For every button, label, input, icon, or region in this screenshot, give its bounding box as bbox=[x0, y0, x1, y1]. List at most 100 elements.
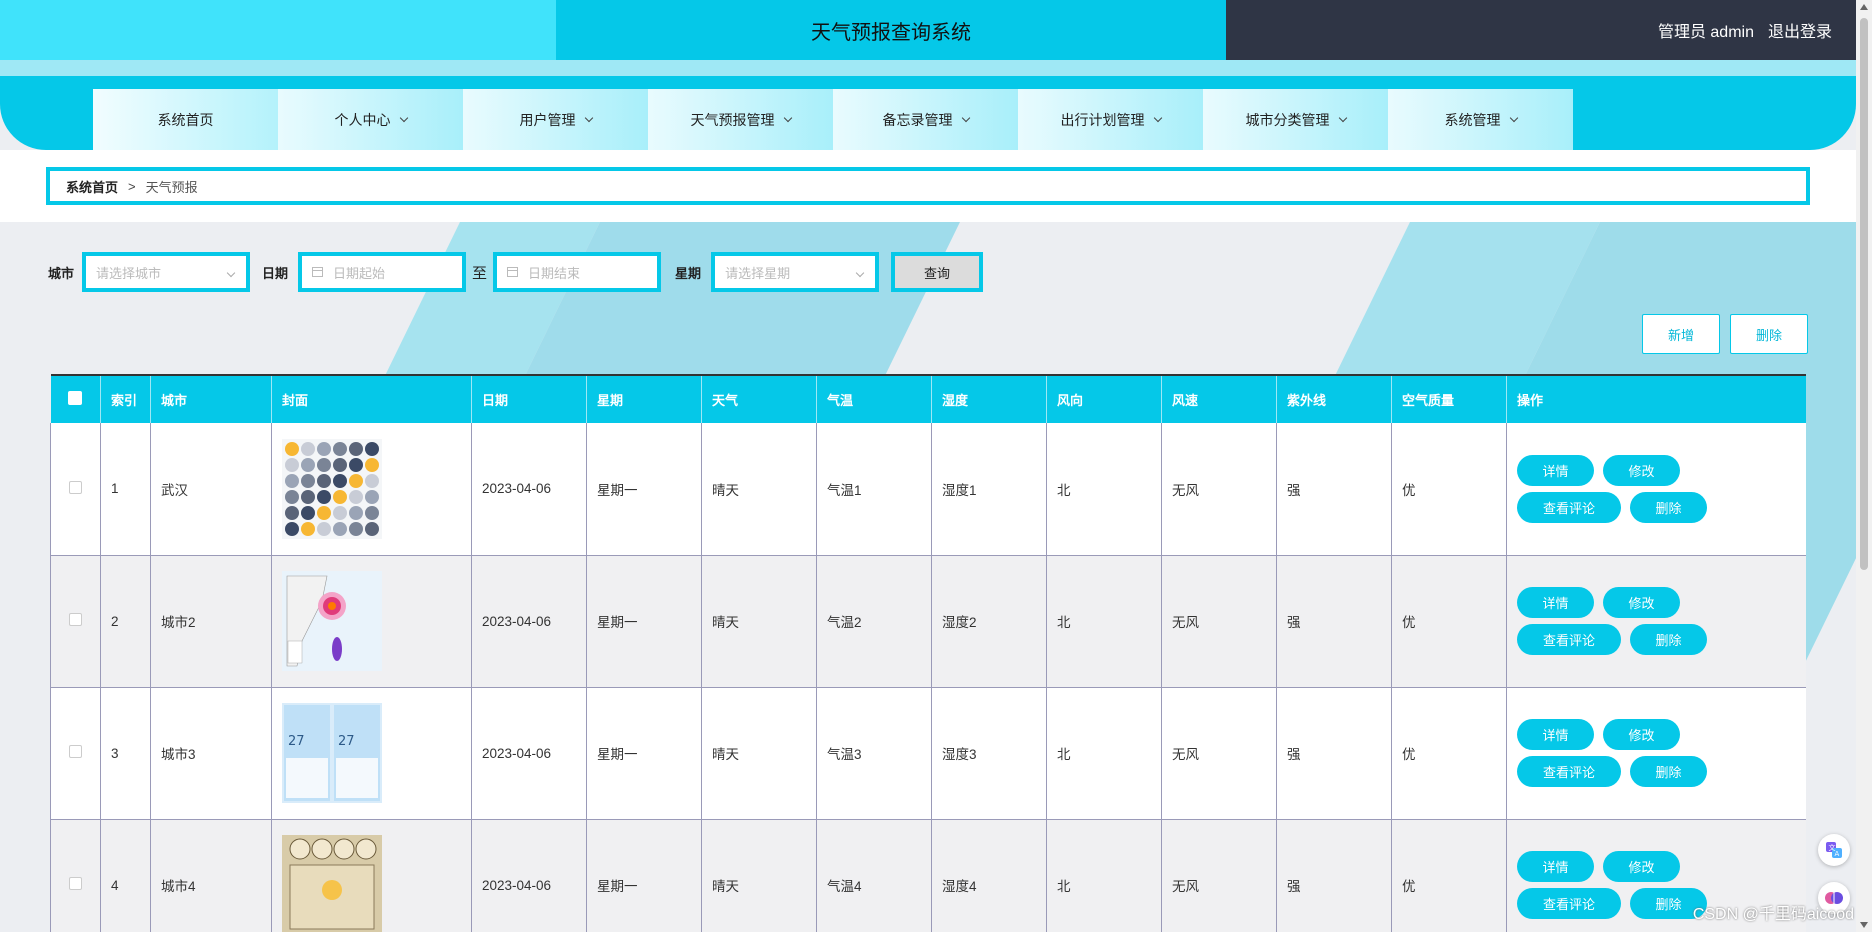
nav-item-label: 系统首页 bbox=[157, 111, 214, 128]
app-title: 天气预报查询系统 bbox=[556, 0, 1226, 60]
date-end-input[interactable]: 日期结束 bbox=[493, 252, 662, 292]
cell-week: 星期一 bbox=[586, 555, 702, 688]
column-header: 天气 bbox=[701, 374, 817, 423]
chevron-down-icon bbox=[783, 113, 792, 122]
cell-city: 城市4 bbox=[150, 819, 272, 932]
logout-link[interactable]: 退出登录 bbox=[1768, 18, 1832, 42]
view-comments-button[interactable]: 查看评论 bbox=[1517, 491, 1621, 523]
nav-item-2[interactable]: 用户管理 bbox=[463, 89, 648, 150]
query-button[interactable]: 查询 bbox=[891, 252, 984, 292]
batch-delete-button[interactable]: 删除 bbox=[1730, 314, 1808, 354]
delete-button[interactable]: 删除 bbox=[1630, 491, 1707, 523]
row-checkbox-cell bbox=[50, 687, 101, 820]
nav-item-label: 城市分类管理 bbox=[1245, 111, 1330, 128]
table-row: 2 城市2 2023-04-06 星期一 晴天 气温2 湿度2 北无风强优详情 修改 查看评论 删除 bbox=[50, 555, 1806, 688]
checkbox-icon[interactable] bbox=[68, 391, 83, 405]
column-header: 索引 bbox=[100, 374, 151, 423]
cell-uv: 强 bbox=[1276, 555, 1392, 688]
edit-button[interactable]: 修改 bbox=[1603, 851, 1680, 882]
nav-item-label: 出行计划管理 bbox=[1060, 111, 1145, 128]
cell-humidity: 湿度2 bbox=[931, 555, 1047, 688]
detail-button[interactable]: 详情 bbox=[1517, 851, 1594, 882]
translate-icon[interactable]: 文A bbox=[1818, 834, 1850, 866]
page-scrollbar[interactable] bbox=[1856, 0, 1872, 932]
add-button[interactable]: 新增 bbox=[1642, 314, 1720, 354]
select-all-checkbox[interactable] bbox=[50, 374, 101, 423]
city-select-placeholder: 请选择城市 bbox=[96, 265, 162, 281]
row-checkbox[interactable] bbox=[69, 877, 82, 890]
cell-wind_dir: 北 bbox=[1046, 423, 1162, 556]
delete-button[interactable]: 删除 bbox=[1630, 756, 1707, 787]
main-nav: 系统首页 个人中心 用户管理 天气预报管理 备忘录管理 出行计划管理 城市分类管理 系统管理 bbox=[93, 89, 1573, 150]
cell-date: 2023-04-06 bbox=[471, 555, 587, 688]
edit-button[interactable]: 修改 bbox=[1603, 719, 1680, 750]
cover-image: 27 27 bbox=[271, 687, 472, 820]
cell-air: 优 bbox=[1391, 819, 1507, 932]
date-start-input[interactable]: 日期起始 bbox=[298, 252, 467, 292]
date-start-placeholder: 日期起始 bbox=[333, 265, 386, 281]
svg-text:A: A bbox=[1835, 850, 1840, 858]
detail-button[interactable]: 详情 bbox=[1517, 587, 1594, 618]
cell-week: 星期一 bbox=[586, 687, 702, 820]
nav-item-3[interactable]: 天气预报管理 bbox=[648, 89, 833, 150]
week-select[interactable]: 请选择星期 bbox=[711, 252, 880, 292]
chevron-down-icon bbox=[1338, 113, 1347, 122]
breadcrumb: 系统首页 > 天气预报 bbox=[46, 167, 1810, 205]
cell-wind_speed: 无风 bbox=[1161, 555, 1277, 688]
nav-item-label: 用户管理 bbox=[519, 111, 576, 128]
cell-humidity: 湿度4 bbox=[931, 819, 1047, 932]
cell-air: 优 bbox=[1391, 555, 1507, 688]
cell-weather: 晴天 bbox=[701, 687, 817, 820]
nav-item-1[interactable]: 个人中心 bbox=[278, 89, 463, 150]
nav-item-0[interactable]: 系统首页 bbox=[93, 89, 278, 150]
cell-humidity: 湿度1 bbox=[931, 423, 1047, 556]
view-comments-button[interactable]: 查看评论 bbox=[1517, 624, 1621, 655]
chevron-down-icon bbox=[226, 268, 236, 278]
row-actions: 详情 修改查看评论 删除 bbox=[1506, 423, 1806, 556]
edit-button[interactable]: 修改 bbox=[1603, 454, 1680, 486]
scroll-thumb[interactable] bbox=[1860, 18, 1868, 570]
cell-temp: 气温3 bbox=[816, 687, 932, 820]
cover-image bbox=[271, 819, 472, 932]
nav-item-label: 系统管理 bbox=[1444, 111, 1501, 128]
table-header-row: 索引 城市 封面 日期 星期 天气 气温 湿度 风向 风速 紫外线 空气质量 操作 bbox=[50, 374, 1806, 423]
row-checkbox[interactable] bbox=[69, 613, 82, 626]
cell-weather: 晴天 bbox=[701, 555, 817, 688]
column-header: 风向 bbox=[1046, 374, 1162, 423]
breadcrumb-home[interactable]: 系统首页 bbox=[66, 177, 118, 196]
cell-temp: 气温2 bbox=[816, 555, 932, 688]
cover-image bbox=[271, 555, 472, 688]
view-comments-button[interactable]: 查看评论 bbox=[1517, 756, 1621, 787]
view-comments-button[interactable]: 查看评论 bbox=[1517, 888, 1621, 919]
column-header: 封面 bbox=[271, 374, 472, 423]
cell-temp: 气温1 bbox=[816, 423, 932, 556]
table-row: 4 城市4 2023-04-06 星期一 晴天 气温4 湿度4 北无风强优详情 修改 查看评论 删除 bbox=[50, 819, 1806, 932]
delete-button[interactable]: 删除 bbox=[1630, 624, 1707, 655]
city-select[interactable]: 请选择城市 bbox=[82, 252, 251, 292]
row-checkbox-cell bbox=[50, 555, 101, 688]
detail-button[interactable]: 详情 bbox=[1517, 719, 1594, 750]
column-header: 星期 bbox=[586, 374, 702, 423]
nav-item-4[interactable]: 备忘录管理 bbox=[833, 89, 1018, 150]
edit-button[interactable]: 修改 bbox=[1603, 587, 1680, 618]
nav-item-6[interactable]: 城市分类管理 bbox=[1203, 89, 1388, 150]
cell-index: 4 bbox=[100, 819, 151, 932]
table-row: 3 城市3 27 27 2023-04-06 星期一 晴天 气温3 湿度3 北无风强优详情 修改 查看… bbox=[50, 687, 1806, 820]
scroll-up-arrow-icon[interactable] bbox=[1860, 4, 1868, 10]
cover-thumbnail: 27 27 bbox=[282, 703, 382, 803]
svg-text:27: 27 bbox=[338, 734, 355, 749]
nav-item-5[interactable]: 出行计划管理 bbox=[1018, 89, 1203, 150]
scroll-down-arrow-icon[interactable] bbox=[1860, 922, 1868, 928]
row-checkbox[interactable] bbox=[69, 480, 82, 494]
column-header: 城市 bbox=[150, 374, 272, 423]
week-select-placeholder: 请选择星期 bbox=[725, 265, 791, 281]
detail-button[interactable]: 详情 bbox=[1517, 454, 1594, 486]
watermark: CSDN @千里码aicood bbox=[1692, 906, 1854, 923]
calendar-icon bbox=[312, 267, 324, 277]
nav-item-7[interactable]: 系统管理 bbox=[1388, 89, 1573, 150]
cell-uv: 强 bbox=[1276, 687, 1392, 820]
chevron-down-icon bbox=[584, 113, 593, 122]
cell-index: 3 bbox=[100, 687, 151, 820]
row-checkbox[interactable] bbox=[69, 745, 82, 758]
cell-uv: 强 bbox=[1276, 423, 1392, 556]
